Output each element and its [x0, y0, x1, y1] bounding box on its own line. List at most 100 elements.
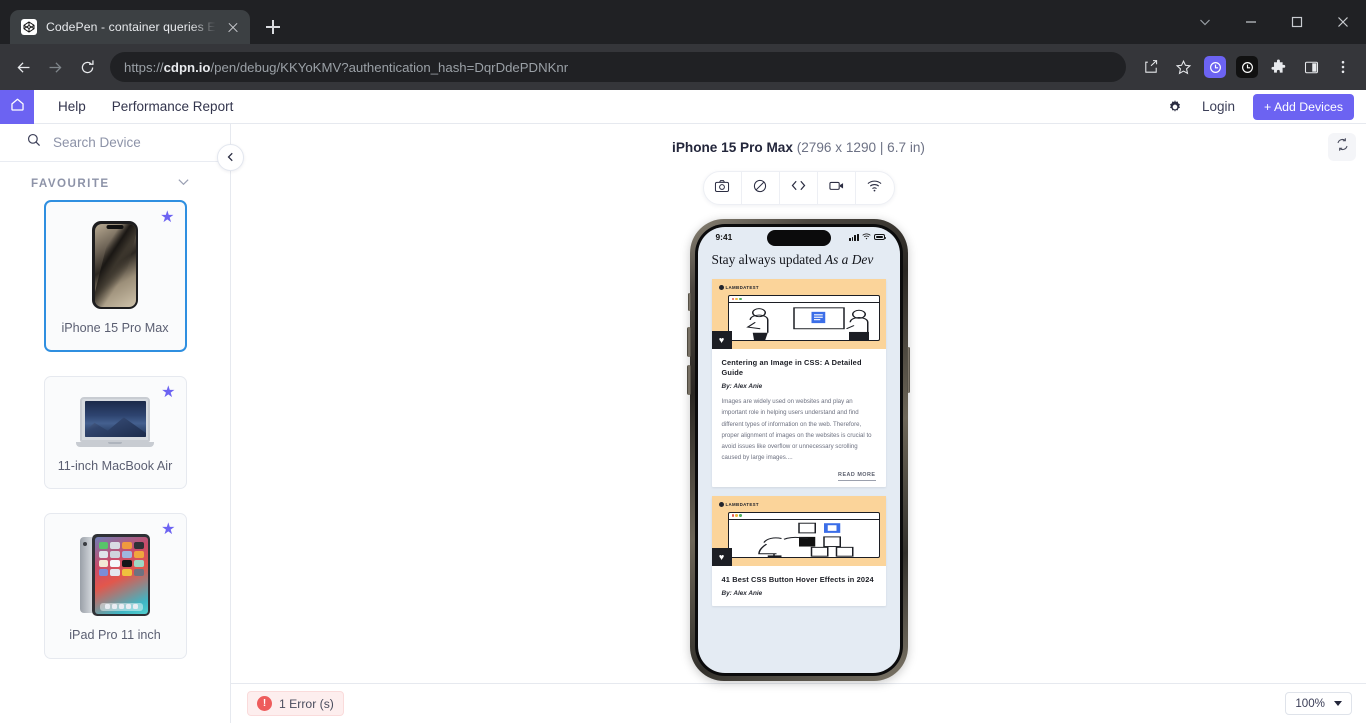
device-preview-panel: iPhone 15 Pro Max (2796 x 1290 | 6.7 in)	[231, 124, 1366, 723]
record-video-button[interactable]	[818, 172, 856, 204]
toolbar-actions	[1136, 52, 1358, 82]
window-controls	[1182, 0, 1366, 44]
post-hero-image: LAMBDATEST ♥	[711, 495, 886, 566]
lambdatest-brand-label: LAMBDATEST	[725, 285, 759, 291]
app-body: FAVOURITE ★ iPhone 15 Pro Max ★	[0, 124, 1366, 723]
wifi-icon	[866, 177, 883, 199]
ipad-thumbnail-icon	[80, 534, 150, 617]
post-body: Centering an Image in CSS: A Detailed Gu…	[712, 349, 886, 487]
device-card-macbook-air[interactable]: ★ 11-inch MacBook Air	[43, 375, 187, 490]
three-dot-menu-icon[interactable]	[1328, 52, 1358, 82]
star-icon[interactable]	[1168, 52, 1198, 82]
ios-status-bar: 9:41	[698, 227, 900, 247]
post-card[interactable]: LAMBDATEST	[711, 279, 886, 487]
back-arrow-icon[interactable]	[8, 52, 38, 82]
favourite-star-icon[interactable]: ★	[160, 210, 174, 226]
device-sidebar: FAVOURITE ★ iPhone 15 Pro Max ★	[0, 124, 244, 723]
device-toolbar	[702, 171, 895, 205]
app-header: Help Performance Report Login + Add Devi…	[0, 89, 1366, 124]
app-nav: Help Performance Report	[58, 99, 233, 114]
network-button[interactable]	[856, 172, 894, 204]
add-devices-button[interactable]: + Add Devices	[1253, 93, 1354, 120]
codepen-icon	[21, 19, 37, 35]
favourite-star-icon[interactable]: ★	[161, 522, 175, 538]
search-device-row	[0, 124, 230, 162]
camera-icon	[714, 178, 730, 199]
page-heading-italic: As a Dev	[824, 252, 874, 267]
throttle-network-button[interactable]	[742, 172, 780, 204]
device-viewport[interactable]: 9:41 Stay always updated As a Dev LAMBDA…	[697, 227, 900, 673]
puzzle-icon[interactable]	[1264, 52, 1294, 82]
zoom-value: 100%	[1295, 697, 1325, 710]
search-input[interactable]	[53, 135, 216, 150]
page-heading: Stay always updated As a Dev	[698, 247, 900, 268]
silence-switch[interactable]	[687, 293, 691, 311]
gear-icon[interactable]	[1166, 98, 1184, 116]
battery-icon	[873, 234, 886, 240]
chevron-down-icon[interactable]	[177, 175, 190, 191]
lambdatest-logo: LAMBDATEST	[718, 501, 879, 507]
close-tab-icon[interactable]	[225, 19, 241, 35]
minimize-button[interactable]	[1228, 0, 1274, 44]
post-hero-image: LAMBDATEST ♥	[711, 279, 886, 350]
device-list[interactable]: ★ iPhone 15 Pro Max ★ 11-inch MacBook Ai…	[0, 200, 230, 723]
preview-device-name: iPhone 15 Pro Max	[672, 140, 793, 155]
side-panel-icon[interactable]	[1296, 52, 1326, 82]
heart-icon[interactable]: ♥	[711, 331, 732, 350]
volume-down-button[interactable]	[687, 365, 691, 395]
browser-toolbar: https://cdpn.io/pen/debug/KKYoKMV?authen…	[0, 44, 1366, 90]
device-card-label: 11-inch MacBook Air	[57, 458, 173, 473]
share-icon[interactable]	[1136, 52, 1166, 82]
lambdatest-logo: LAMBDATEST	[718, 285, 879, 291]
screenshot-button[interactable]	[704, 172, 742, 204]
error-count-label: 1 Error (s)	[279, 696, 334, 711]
page-heading-plain: Stay always updated	[711, 252, 825, 267]
collapse-sidebar-button[interactable]	[217, 144, 244, 171]
nav-help[interactable]: Help	[58, 99, 86, 114]
heart-icon[interactable]: ♥	[711, 547, 732, 566]
url-domain: cdpn.io	[163, 59, 211, 75]
lambdatest-extension-icon[interactable]	[1200, 52, 1230, 82]
favourite-group-header[interactable]: FAVOURITE	[0, 162, 230, 200]
home-button[interactable]	[0, 89, 34, 124]
chevron-down-icon[interactable]	[1182, 0, 1228, 44]
chevron-down-icon	[1334, 701, 1342, 706]
no-network-icon	[752, 178, 768, 199]
cellular-signal-icon	[849, 233, 859, 241]
volume-up-button[interactable]	[687, 327, 691, 357]
error-exclamation-icon: !	[257, 696, 272, 711]
post-title: 41 Best CSS Button Hover Effects in 2024	[721, 574, 874, 584]
browser-window: CodePen - container queries Exam	[0, 0, 1366, 723]
device-card-label: iPhone 15 Pro Max	[61, 321, 169, 335]
post-card[interactable]: LAMBDATEST	[711, 495, 886, 606]
reload-icon[interactable]	[72, 52, 102, 82]
post-title: Centering an Image in CSS: A Detailed Gu…	[721, 358, 862, 378]
device-card-iphone-15-pro-max[interactable]: ★ iPhone 15 Pro Max	[43, 200, 187, 352]
lambdatest-dark-extension-icon[interactable]	[1232, 52, 1262, 82]
new-tab-button[interactable]	[259, 13, 287, 41]
devtools-button[interactable]	[780, 172, 818, 204]
zoom-select[interactable]: 100%	[1285, 692, 1352, 715]
power-button[interactable]	[906, 347, 910, 393]
sync-button[interactable]	[1328, 133, 1356, 161]
address-bar[interactable]: https://cdpn.io/pen/debug/KKYoKMV?authen…	[110, 52, 1126, 82]
lambdatest-app: Help Performance Report Login + Add Devi…	[0, 89, 1366, 723]
favourite-star-icon[interactable]: ★	[161, 384, 175, 401]
dynamic-island	[766, 230, 831, 246]
macbook-thumbnail-icon	[76, 396, 154, 447]
device-card-ipad-pro-11[interactable]: ★ iPad Pro 11 inch	[43, 513, 187, 659]
url-prefix: https://	[124, 59, 164, 75]
close-window-button[interactable]	[1320, 0, 1366, 44]
nav-performance-report[interactable]: Performance Report	[112, 99, 234, 114]
read-more-link[interactable]: READ MORE	[722, 471, 876, 481]
video-icon	[828, 177, 845, 199]
sync-icon	[1335, 137, 1350, 157]
maximize-button[interactable]	[1274, 0, 1320, 44]
favourite-group-label: FAVOURITE	[31, 176, 110, 190]
browser-tab[interactable]: CodePen - container queries Exam	[10, 10, 250, 44]
error-badge[interactable]: ! 1 Error (s)	[247, 691, 344, 716]
forward-arrow-icon[interactable]	[40, 52, 70, 82]
search-icon	[26, 132, 42, 153]
tab-strip: CodePen - container queries Exam	[0, 0, 1366, 44]
login-link[interactable]: Login	[1202, 99, 1235, 114]
